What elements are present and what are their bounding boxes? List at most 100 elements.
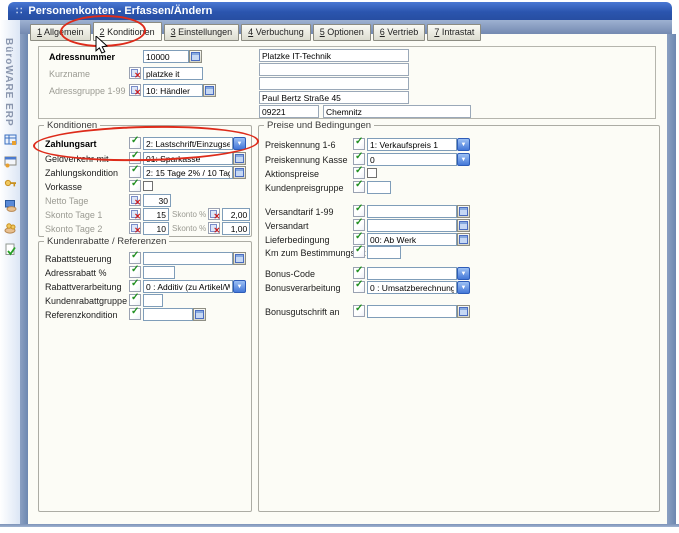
geldverkehr-lookup-button[interactable] <box>233 152 246 165</box>
versandart-label: Versandart <box>265 221 309 231</box>
preiskennung-kasse-input[interactable] <box>367 153 457 166</box>
edit-field-icon[interactable] <box>353 138 365 150</box>
bonus-code-input[interactable] <box>367 267 457 280</box>
zahlungskondition-lookup-button[interactable] <box>233 166 246 179</box>
preiskennung-dropdown-button[interactable] <box>457 138 470 151</box>
edit-field-icon[interactable] <box>129 308 141 320</box>
lieferbedingung-input[interactable] <box>367 233 457 246</box>
zahlungskondition-input[interactable] <box>143 166 233 179</box>
plz-input[interactable] <box>259 105 319 118</box>
bonusverarbeitung-dropdown-button[interactable] <box>457 281 470 294</box>
tab-allgemein[interactable]: 1 Allgemein <box>30 24 91 41</box>
tab-einstellungen[interactable]: 3 Einstellungen <box>164 24 240 41</box>
row-zahlungsart: Zahlungsart <box>45 137 249 150</box>
tab-intrastat[interactable]: 7 Intrastat <box>427 24 481 41</box>
group-kundenrabatte: Kundenrabatte / Referenzen Rabattsteueru… <box>38 241 252 512</box>
rabattsteuerung-input[interactable] <box>143 252 233 265</box>
edit-field-icon[interactable] <box>129 180 141 192</box>
km-bestimmungsort-input[interactable] <box>367 246 401 259</box>
name3-input[interactable] <box>259 77 409 90</box>
zahlungsart-dropdown-button[interactable] <box>233 137 246 150</box>
netto-tage-input[interactable] <box>143 194 171 207</box>
referenzkondition-input[interactable] <box>143 308 193 321</box>
kundenpreisgruppe-input[interactable] <box>367 181 391 194</box>
tab-konditionen[interactable]: 2 Konditionen <box>93 22 162 41</box>
edit-field-icon[interactable] <box>129 280 141 292</box>
edit-field-icon[interactable] <box>353 181 365 193</box>
hand-coins-icon[interactable] <box>4 221 17 234</box>
doc-check-icon[interactable] <box>4 243 17 256</box>
clear-field-icon[interactable] <box>208 222 220 234</box>
kurzname-input[interactable] <box>143 67 203 80</box>
referenzkondition-label: Referenzkondition <box>45 310 118 320</box>
tab-optionen[interactable]: 5 Optionen <box>313 24 371 41</box>
versandtarif-input[interactable] <box>367 205 457 218</box>
edit-field-icon[interactable] <box>353 305 365 317</box>
clear-field-icon[interactable] <box>129 84 141 96</box>
edit-field-icon[interactable] <box>353 281 365 293</box>
edit-field-icon[interactable] <box>353 219 365 231</box>
referenzkondition-lookup-button[interactable] <box>193 308 206 321</box>
tab-vertrieb[interactable]: 6 Vertrieb <box>373 24 426 41</box>
skonto-prozent-2-input[interactable] <box>222 222 250 235</box>
edit-field-icon[interactable] <box>353 205 365 217</box>
versandart-lookup-button[interactable] <box>457 219 470 232</box>
lieferbedingung-lookup-button[interactable] <box>457 233 470 246</box>
skonto-tage-2-input[interactable] <box>143 222 169 235</box>
adressgruppe-lookup-button[interactable] <box>203 84 216 97</box>
brand-label: BüroWARE ERP <box>3 38 14 127</box>
name1-input[interactable] <box>259 49 409 62</box>
name2-input[interactable] <box>259 63 409 76</box>
rabattsteuerung-lookup-button[interactable] <box>233 252 246 265</box>
aktionspreise-checkbox[interactable] <box>367 168 377 178</box>
adressnummer-input[interactable] <box>143 50 189 63</box>
clear-field-icon[interactable] <box>129 194 141 206</box>
edit-field-icon[interactable] <box>353 246 365 258</box>
edit-field-icon[interactable] <box>353 153 365 165</box>
skonto-tage-1-input[interactable] <box>143 208 169 221</box>
ort-input[interactable] <box>323 105 471 118</box>
address-panel: Adressnummer Kurzname Adressgruppe 1-99 <box>38 46 656 119</box>
zahlungsart-input[interactable] <box>143 137 233 150</box>
bonusgutschrift-input[interactable] <box>367 305 457 318</box>
card-hand-icon[interactable] <box>4 199 17 212</box>
kundenrabattgruppe-input[interactable] <box>143 294 163 307</box>
geldverkehr-input[interactable] <box>143 152 233 165</box>
versandtarif-lookup-button[interactable] <box>457 205 470 218</box>
clear-field-icon[interactable] <box>129 208 141 220</box>
vorkasse-checkbox[interactable] <box>143 181 153 191</box>
edit-field-icon[interactable] <box>129 252 141 264</box>
row-bonus-code: Bonus-Code <box>265 267 657 280</box>
clear-field-icon[interactable] <box>129 222 141 234</box>
rabattverarbeitung-dropdown-button[interactable] <box>233 280 246 293</box>
bonus-code-dropdown-button[interactable] <box>457 267 470 280</box>
edit-field-icon[interactable] <box>129 294 141 306</box>
key-icon[interactable] <box>4 177 17 190</box>
window-icon[interactable] <box>4 155 17 168</box>
edit-field-icon[interactable] <box>129 266 141 278</box>
bottom-border <box>0 524 679 527</box>
rabattverarbeitung-input[interactable] <box>143 280 233 293</box>
edit-field-icon[interactable] <box>353 267 365 279</box>
preiskennung-input[interactable] <box>367 138 457 151</box>
table-icon[interactable] <box>4 133 17 146</box>
adressgruppe-input[interactable] <box>143 84 203 97</box>
bonusverarbeitung-input[interactable] <box>367 281 457 294</box>
left-border-strip <box>20 34 28 524</box>
preiskennung-kasse-dropdown-button[interactable] <box>457 153 470 166</box>
skonto-prozent-1-input[interactable] <box>222 208 250 221</box>
clear-field-icon[interactable] <box>208 208 220 220</box>
adressgruppe-label: Adressgruppe 1-99 <box>49 86 126 96</box>
edit-field-icon[interactable] <box>129 137 141 149</box>
adressnummer-lookup-button[interactable] <box>189 50 202 63</box>
tab-verbuchung[interactable]: 4 Verbuchung <box>241 24 311 41</box>
edit-field-icon[interactable] <box>129 152 141 164</box>
edit-field-icon[interactable] <box>129 166 141 178</box>
bonusgutschrift-lookup-button[interactable] <box>457 305 470 318</box>
adressrabatt-input[interactable] <box>143 266 175 279</box>
versandart-input[interactable] <box>367 219 457 232</box>
edit-field-icon[interactable] <box>353 167 365 179</box>
clear-field-icon[interactable] <box>129 67 141 79</box>
title-bar[interactable]: ∷ Personenkonten - Erfassen/Ändern <box>8 2 672 20</box>
strasse-input[interactable] <box>259 91 409 104</box>
